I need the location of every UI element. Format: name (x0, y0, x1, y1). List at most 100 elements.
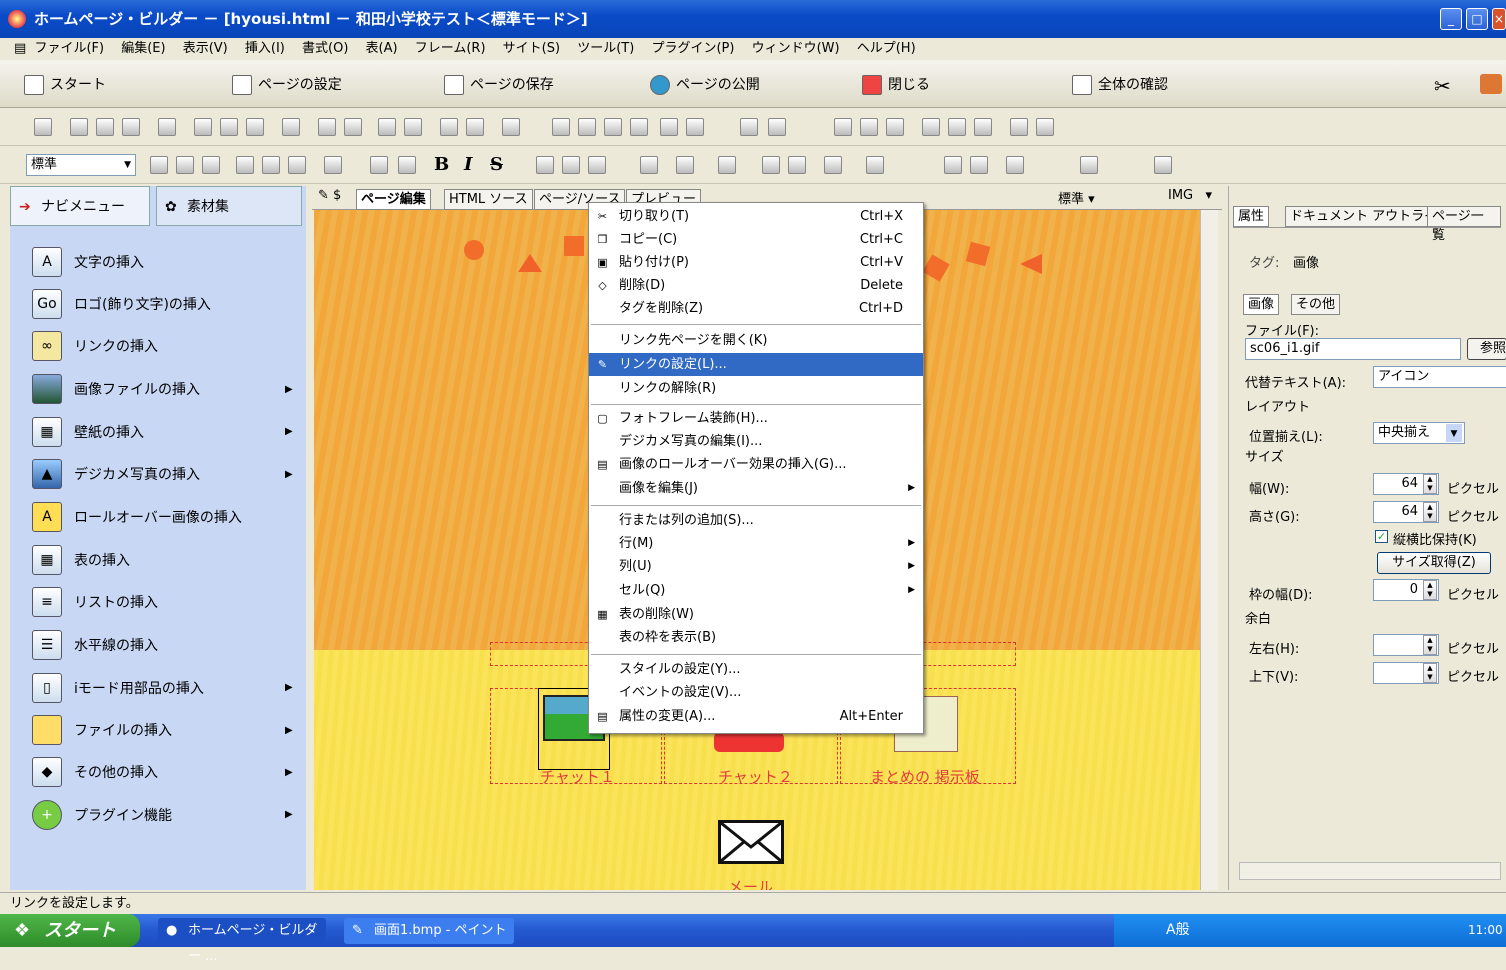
menu-insert[interactable]: 挿入(I) (245, 41, 285, 56)
tab-html-source[interactable]: HTML ソース (444, 189, 533, 210)
browse-button[interactable]: 参照 (1467, 338, 1506, 360)
nav-insert-text[interactable]: A 文字の挿入 (32, 244, 144, 280)
nav-insert-rollover[interactable]: A ロールオーバー画像の挿入 (32, 499, 242, 535)
panel-hscrollbar[interactable] (1239, 862, 1501, 880)
view-script-icon[interactable] (660, 118, 678, 136)
nav-insert-logo[interactable]: Go ロゴ(飾り文字)の挿入 (32, 286, 211, 322)
tab-attributes[interactable]: 属性 (1233, 206, 1270, 227)
menu-item-delete-tag[interactable]: タグを削除(Z) Ctrl+D (589, 297, 923, 320)
menu-item-attributes[interactable]: ▤ 属性の変更(A)... Alt+Enter (589, 705, 923, 728)
valign-top-icon[interactable] (236, 156, 254, 174)
width-spinner[interactable]: ▲ ▼ (1423, 474, 1437, 494)
strike-button[interactable]: S (490, 154, 503, 175)
menu-item-link-settings[interactable]: ✎ リンクの設定(L)... (589, 353, 923, 376)
border-spinner[interactable]: ▲ ▼ (1423, 580, 1437, 600)
menu-item-edit-image[interactable]: 画像を編集(J) ▶ (589, 477, 923, 500)
grid-icon[interactable] (502, 118, 520, 136)
menu-item-show-borders[interactable]: 表の枠を表示(B) (589, 626, 923, 649)
cell-props-icon[interactable] (1006, 156, 1024, 174)
cell-valign-icon[interactable] (970, 156, 988, 174)
table-props-icon[interactable] (1154, 156, 1172, 174)
valign-middle-icon[interactable] (262, 156, 280, 174)
print-icon[interactable] (158, 118, 176, 136)
cell-align-icon[interactable] (944, 156, 962, 174)
link-icon[interactable] (948, 118, 966, 136)
layout-icon[interactable] (860, 118, 878, 136)
edit-icon[interactable] (378, 118, 396, 136)
image-edit-icon[interactable] (1010, 118, 1028, 136)
view-preview-icon[interactable] (630, 118, 648, 136)
start-button[interactable]: スタート (24, 73, 106, 97)
undo-icon[interactable] (318, 118, 336, 136)
menu-item-delete-table[interactable]: ▦ 表の削除(W) (589, 603, 923, 626)
delete-column-icon[interactable] (788, 156, 806, 174)
nav-insert-list[interactable]: ≡ リストの挿入 (32, 584, 158, 620)
align-center-icon[interactable] (176, 156, 194, 174)
ime-indicator[interactable]: A般 (1166, 914, 1190, 947)
menu-tools[interactable]: ツール(T) (577, 41, 634, 56)
menu-item-cell[interactable]: セル(Q) ▶ (589, 579, 923, 602)
nav-insert-file[interactable]: ファイルの挿入 (32, 712, 172, 748)
tab-navi-menu[interactable]: ➔ ナビメニュー (10, 186, 150, 226)
view-split-icon[interactable] (604, 118, 622, 136)
nav-insert-other[interactable]: ◆ その他の挿入 (32, 754, 158, 790)
form-icon[interactable] (974, 118, 992, 136)
italic-button[interactable]: I (464, 154, 472, 175)
margin-lr-spinner[interactable]: ▲ ▼ (1423, 635, 1437, 655)
chat2-image[interactable] (714, 732, 784, 752)
menu-item-delete[interactable]: ◇ 削除(D) Delete (589, 274, 923, 297)
indent-icon[interactable] (398, 156, 416, 174)
nav-plugin[interactable]: + プラグイン機能 (32, 797, 172, 833)
plugin-icon[interactable] (922, 118, 940, 136)
nav-insert-hr[interactable]: ☰ 水平線の挿入 (32, 627, 158, 663)
tab-page-edit[interactable]: ページ編集 (356, 189, 431, 210)
doc-icon[interactable]: ▤ (14, 41, 26, 56)
style-select[interactable]: 標準 ▼ (26, 154, 136, 176)
caption-chat2[interactable]: チャット２ (718, 766, 793, 787)
task-homepage-builder[interactable]: ● ホームページ・ビルダー ... (158, 918, 326, 964)
menu-frame[interactable]: フレーム(R) (415, 41, 486, 56)
caption-board[interactable]: まとめの 掲示板 (870, 766, 980, 787)
nav-insert-image[interactable]: 画像ファイルの挿入 (32, 371, 200, 407)
nav-insert-wallpaper[interactable]: ▦ 壁紙の挿入 (32, 414, 144, 450)
frame-icon[interactable] (440, 118, 458, 136)
align-right-icon[interactable] (202, 156, 220, 174)
new-icon[interactable] (34, 118, 52, 136)
view-source-icon[interactable] (578, 118, 596, 136)
save-all-icon[interactable] (122, 118, 140, 136)
task-paint[interactable]: ✎ 画面1.bmp - ペイント (344, 918, 514, 944)
menu-item-open-link[interactable]: リンク先ページを開く(K) (589, 329, 923, 352)
browser-icon[interactable] (466, 118, 484, 136)
cell-width-icon[interactable] (1080, 156, 1098, 174)
image-icon[interactable] (768, 118, 786, 136)
menu-item-column[interactable]: 列(U) ▶ (589, 555, 923, 578)
tab-page-list[interactable]: ページ一覧 (1427, 206, 1501, 243)
editor-scrollbar[interactable] (1200, 210, 1218, 890)
height-spinner[interactable]: ▲ ▼ (1423, 502, 1437, 522)
page-settings-button[interactable]: ページの設定 (232, 73, 342, 97)
book-icon[interactable] (1480, 74, 1502, 94)
maximize-button[interactable]: □ (1466, 8, 1488, 30)
table-icon[interactable] (834, 118, 852, 136)
nav-insert-imode[interactable]: ▯ iモード用部品の挿入 (32, 670, 204, 706)
menu-item-edit-photo[interactable]: デジカメ写真の編集(I)... (589, 430, 923, 453)
menu-window[interactable]: ウィンドウ(W) (752, 41, 840, 56)
save-page-button[interactable]: ページの保存 (444, 73, 554, 97)
menu-plugin[interactable]: プラグイン(P) (651, 41, 734, 56)
menu-table[interactable]: 表(A) (366, 41, 398, 56)
get-size-button[interactable]: サイズ取得(Z) (1377, 552, 1491, 574)
menu-item-row[interactable]: 行(M) ▶ (589, 532, 923, 555)
save-icon[interactable] (96, 118, 114, 136)
nav-insert-table[interactable]: ▦ 表の挿入 (32, 542, 130, 578)
select-icon[interactable] (886, 118, 904, 136)
subtab-other[interactable]: その他 (1291, 294, 1341, 315)
element-dropdown[interactable]: IMG ▾ (1168, 188, 1212, 203)
close-button[interactable]: × (1492, 8, 1506, 30)
font-color-icon[interactable] (588, 156, 606, 174)
font-smaller-icon[interactable] (562, 156, 580, 174)
tools-icon[interactable]: ✂ (1434, 74, 1451, 98)
menu-item-cut[interactable]: ✂ 切り取り(T) Ctrl+X (589, 205, 923, 228)
close-page-button[interactable]: 閉じる (862, 73, 930, 97)
alt-input[interactable]: アイコン (1373, 366, 1506, 388)
open-icon[interactable] (70, 118, 88, 136)
